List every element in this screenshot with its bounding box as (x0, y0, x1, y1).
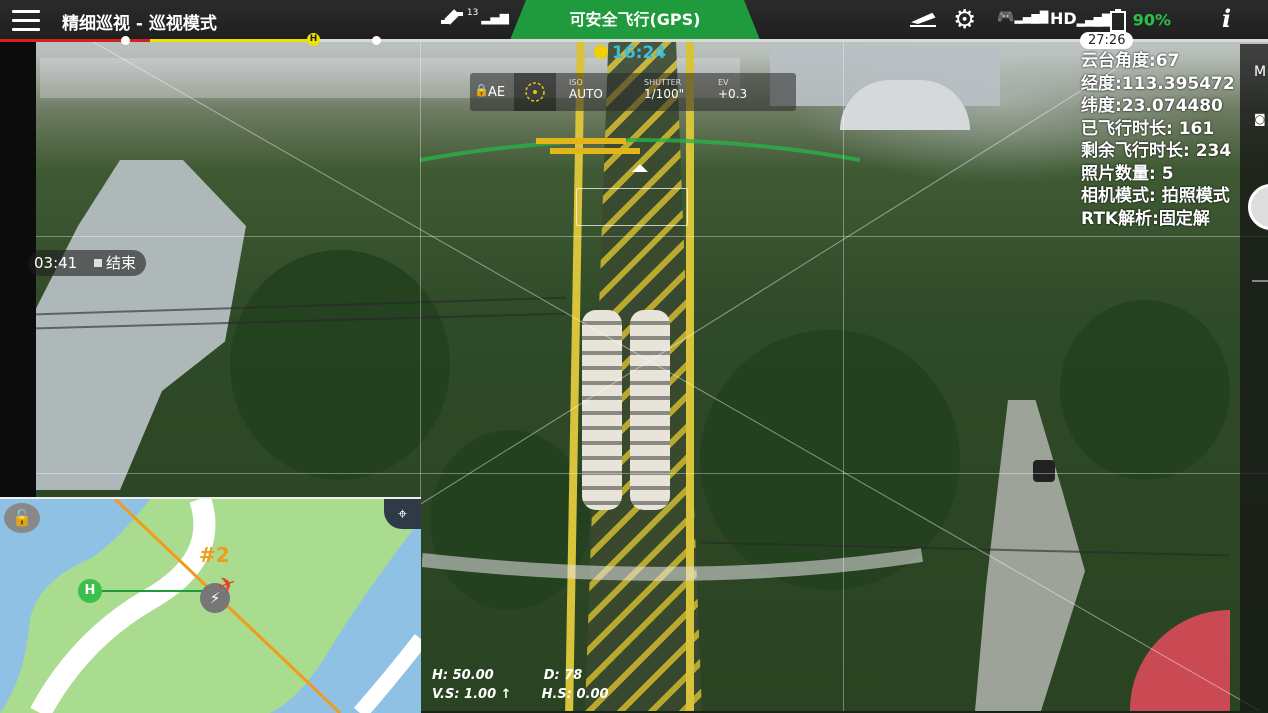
horizontal-speed-readout: H.S: 0.00 (541, 687, 609, 702)
shutter-value: 1/100" (644, 87, 685, 101)
stop-icon (94, 259, 103, 267)
locate-icon[interactable]: ⌖ (384, 499, 421, 529)
progress-yellow (150, 39, 310, 42)
satellite-indicator[interactable]: 13 ▂▄▆ (440, 8, 509, 30)
end-mission-button[interactable]: 结束 (94, 250, 136, 276)
progress-dot (372, 36, 381, 45)
vertical-speed-readout: V.S: 1.00 ↑ (432, 687, 512, 702)
clock: 16:24 (594, 43, 666, 63)
battery-percent: 90% (1132, 10, 1172, 30)
iso-label: ISO (569, 78, 583, 87)
flight-status[interactable]: 可安全飞行(GPS) (510, 0, 760, 40)
ae-button[interactable]: AE (488, 85, 505, 100)
progress-dot (121, 36, 130, 45)
right-camera-panel: M ◙ (1240, 44, 1268, 711)
photo-count: 照片数量: 5 (1081, 163, 1174, 184)
page-title: 精细巡视 - 巡视模式 (62, 14, 217, 34)
signal-bars-icon: ▂▄▆ (481, 10, 509, 25)
satellite-icon (441, 9, 463, 25)
telemetry-panel: 云台角度:67 经度:113.395472 纬度:23.074480 已飞行时长… (1081, 50, 1235, 230)
mini-map[interactable]: 🔓 ⌖ #2 H ⚡ ✈ (0, 497, 421, 713)
end-label: 结束 (106, 254, 137, 272)
battery-indicator[interactable]: 90% (1108, 9, 1171, 33)
satellite-count: 13 (466, 8, 479, 18)
shutter-label: SHUTTER (644, 78, 682, 87)
metering-button[interactable] (514, 73, 556, 111)
shutter-setting[interactable]: SHUTTER 1/100" (644, 78, 684, 101)
lock-icon[interactable]: 🔒 (474, 83, 489, 97)
hd-signal-bars-icon: ▂▄▆█ (1076, 14, 1111, 27)
camera-switch-icon[interactable]: ◙ (1254, 112, 1266, 126)
camera-mode: 相机模式: 拍照模式 (1081, 186, 1230, 206)
iso-value: AUTO (569, 87, 603, 101)
battery-icon (1110, 9, 1126, 32)
mission-time: 03:41 (34, 254, 78, 272)
flight-timer: 27:26 (1080, 32, 1134, 49)
remote-controller-icon: 🎮 (997, 9, 1015, 25)
camera-mode-button[interactable]: M (1254, 64, 1266, 80)
settings-gear-icon[interactable]: ⚙ (953, 5, 976, 35)
clock-icon (594, 45, 608, 59)
ev-label: EV (718, 78, 729, 87)
flight-time-remaining: 剩余飞行时长: 234 (1081, 141, 1232, 161)
info-icon[interactable]: i (1222, 4, 1231, 33)
gimbal-angle: 云台角度:67 (1081, 51, 1180, 71)
shutter-button[interactable] (1248, 184, 1268, 230)
hd-signal[interactable]: HD▂▄▆█ (1050, 9, 1111, 28)
rtk-status: RTK解析:固定解 (1081, 208, 1210, 229)
flight-time-elapsed: 已飞行时长: 161 (1081, 118, 1215, 139)
exposure-bar[interactable]: 🔒 AE ISO AUTO SHUTTER 1/100" EV +0.3 (470, 73, 796, 111)
menu-button[interactable] (12, 10, 40, 32)
iso-setting[interactable]: ISO AUTO (569, 78, 603, 101)
mission-timer-pill: 03:41 结束 (28, 250, 147, 276)
map-lock-icon[interactable]: 🔓 (4, 503, 40, 533)
longitude: 经度:113.395472 (1081, 73, 1235, 94)
top-bar: 精细巡视 - 巡视模式 13 ▂▄▆ 可安全飞行(GPS) ⚙ 🎮▂▄▆█ HD… (0, 0, 1268, 49)
divider (1252, 280, 1268, 282)
home-marker: H (307, 33, 320, 46)
height-readout: H: 50.00 (432, 668, 494, 683)
ev-setting[interactable]: EV +0.3 (718, 78, 747, 101)
flight-hud: H: 50.00 D: 78 V.S: 1.00 ↑ H.S: 0.00 (432, 666, 609, 704)
remote-controller-signal[interactable]: 🎮▂▄▆█ (997, 9, 1048, 25)
rc-signal-bars-icon: ▂▄▆█ (1014, 11, 1049, 24)
distance-readout: D: 78 (543, 668, 583, 683)
home-point[interactable]: H (78, 579, 102, 603)
ev-value: +0.3 (718, 87, 748, 101)
takeoff-icon[interactable] (908, 8, 938, 35)
tower-label: #2 (199, 543, 230, 567)
metering-icon (525, 82, 545, 102)
latitude: 纬度:23.074480 (1081, 96, 1223, 116)
flight-progress-bar: H (0, 33, 1268, 46)
hd-label: HD (1050, 9, 1077, 28)
clock-time: 16:24 (612, 43, 667, 63)
